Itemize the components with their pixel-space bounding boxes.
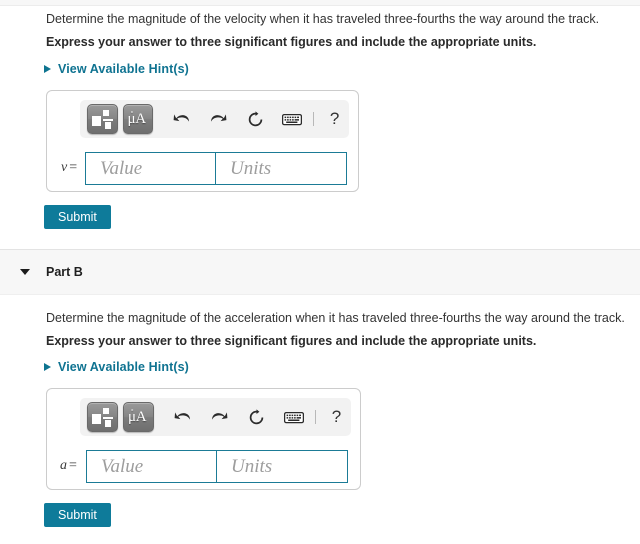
part-b-header[interactable]: Part B [0, 249, 640, 295]
part-b-units-input[interactable]: Units [216, 450, 348, 483]
part-a-instruction: Express your answer to three significant… [46, 35, 537, 49]
part-a-units-placeholder: Units [230, 157, 272, 179]
template-icon [91, 109, 113, 129]
part-b-value-placeholder: Value [101, 455, 144, 477]
keyboard-button[interactable] [279, 402, 308, 432]
reset-button[interactable] [241, 104, 270, 134]
part-a-view-hints-link[interactable]: View Available Hint(s) [44, 62, 189, 76]
part-a-value-placeholder: Value [100, 157, 143, 179]
help-button[interactable]: ? [322, 402, 351, 432]
undo-button[interactable] [167, 104, 196, 134]
part-a-equals-sign: = [69, 160, 78, 175]
redo-button[interactable] [204, 104, 233, 134]
units-symbols-button[interactable]: ˚μA [122, 104, 154, 134]
part-a-hints-label: View Available Hint(s) [58, 62, 189, 76]
part-a-question: Determine the magnitude of the velocity … [46, 12, 600, 26]
reset-button[interactable] [242, 402, 271, 432]
part-b-question: Determine the magnitude of the accelerat… [46, 311, 625, 325]
part-b-units-placeholder: Units [231, 455, 273, 477]
triangle-right-icon [44, 65, 51, 73]
part-b-view-hints-link[interactable]: View Available Hint(s) [44, 360, 189, 374]
keyboard-button[interactable] [278, 104, 307, 134]
part-a-toolbar: ˚μA ? [80, 100, 349, 138]
part-a-variable-symbol: v [61, 160, 68, 175]
template-icon [92, 407, 113, 427]
problem-page: Determine the magnitude of the velocity … [0, 0, 640, 544]
part-b-value-input[interactable]: Value [86, 450, 217, 483]
help-button[interactable]: ? [320, 104, 349, 134]
part-b-submit-button[interactable]: Submit [44, 503, 111, 527]
part-a-variable-label: v = [61, 160, 77, 176]
undo-button[interactable] [168, 402, 197, 432]
part-a-submit-button[interactable]: Submit [44, 205, 111, 229]
part-b-toolbar: ˚μA ? [80, 398, 351, 436]
redo-button[interactable] [205, 402, 234, 432]
page-top-divider [0, 0, 640, 6]
part-b-hints-label: View Available Hint(s) [58, 360, 189, 374]
part-b-variable-label: a = [60, 458, 77, 474]
part-a-units-input[interactable]: Units [215, 152, 347, 185]
mu-angstrom-icon: ˚μA [127, 110, 147, 127]
triangle-right-icon [44, 363, 51, 371]
part-a-value-input[interactable]: Value [85, 152, 216, 185]
units-symbols-button[interactable]: ˚μA [123, 402, 154, 432]
toolbar-separator [313, 112, 315, 126]
toolbar-separator [315, 410, 316, 424]
template-tool-button[interactable] [87, 402, 118, 432]
template-tool-button[interactable] [87, 104, 118, 134]
part-b-instruction: Express your answer to three significant… [46, 334, 537, 348]
mu-angstrom-icon: ˚μA [127, 408, 147, 425]
part-b-answer-box: ˚μA ? a = Value Units [46, 388, 361, 490]
part-b-variable-symbol: a [60, 458, 67, 473]
chevron-down-icon[interactable] [20, 269, 30, 275]
part-b-equals-sign: = [69, 458, 77, 473]
part-b-title: Part B [46, 265, 83, 279]
part-a-answer-box: ˚μA ? v = Value Units [46, 90, 359, 192]
